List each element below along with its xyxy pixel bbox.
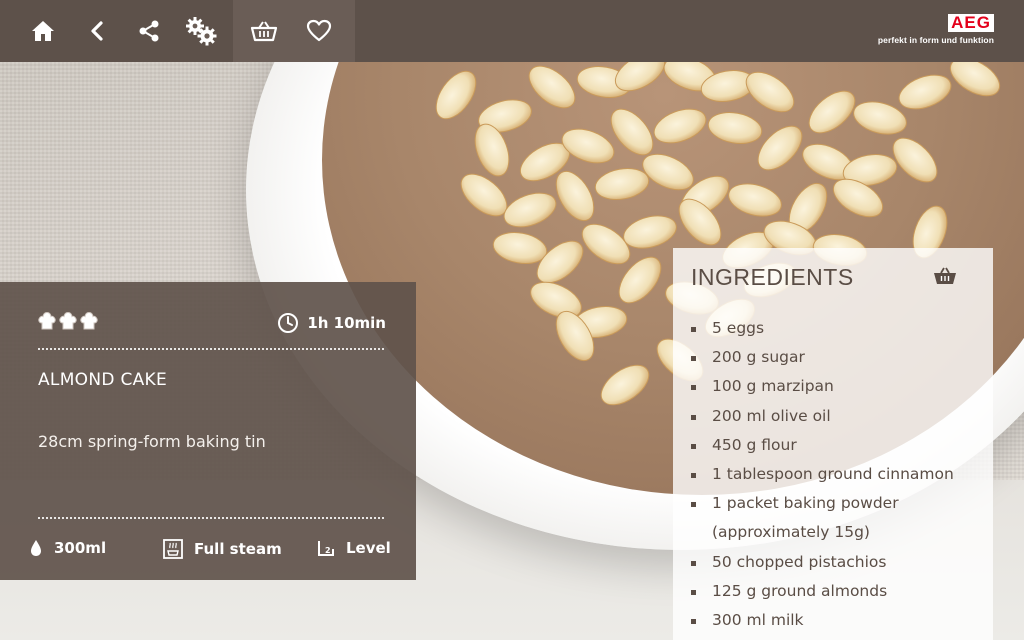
water-amount: 300ml [28,538,106,558]
almond-flake [898,74,952,110]
ingredients-list: 5 eggs 200 g sugar 100 g marzipan 200 ml… [691,314,981,635]
almond-flake [600,364,650,406]
divider-top [38,348,384,350]
recipe-meta-row: 1h 10min [38,310,386,336]
ingredients-title: INGREDIENTS [691,264,854,290]
almond-flake [653,108,707,144]
oven-level: 2 Level [316,538,391,558]
cooking-mode-value: Full steam [194,540,282,558]
gears-icon [186,17,217,46]
settings-button[interactable] [178,8,224,54]
basket-button[interactable] [241,8,287,54]
cooking-settings-row: 300ml Full steam 2 Level [28,538,391,562]
top-toolbar: AEG perfekt in form und funktion [0,0,1024,62]
home-button[interactable] [20,8,66,54]
home-icon [32,21,54,41]
brand-tagline: perfekt in form und funktion [877,35,994,45]
ingredient-item: 50 chopped pistachios [691,548,981,577]
steam-mode-icon [163,539,183,559]
almond-flake [435,70,477,120]
almond-flake [728,183,782,217]
ingredient-item: 1 tablespoon ground cinnamon [691,460,981,489]
chevron-left-icon [91,21,103,41]
heart-icon [306,19,332,42]
ingredient-item: 1 packet baking powder (approximately 15… [691,489,981,547]
oven-level-icon: 2 [318,541,334,556]
ingredient-item: 5 eggs [691,314,981,343]
divider-bottom [38,517,384,519]
chef-hat-icon [80,311,98,330]
back-button[interactable] [74,8,120,54]
basket-icon [250,21,278,42]
ingredient-item: 125 g ground almonds [691,577,981,606]
ingredient-item: 100 g marzipan [691,372,981,401]
recipe-title: ALMOND CAKE [38,370,168,390]
share-icon [139,20,159,42]
chef-hat-icon [38,311,56,330]
aeg-logo: AEG [948,14,994,32]
cooking-time-value: 1h 10min [307,314,386,332]
recipe-info-panel: 1h 10min ALMOND CAKE 28cm spring-form ba… [0,282,416,580]
favorite-button[interactable] [296,8,342,54]
water-drop-icon [31,540,41,556]
ingredients-panel: INGREDIENTS 5 eggs 200 g sugar 100 g mar… [673,248,993,640]
almond-flake [555,170,595,222]
ingredient-item: 300 ml milk [691,606,981,635]
difficulty-rating [38,310,98,332]
recipe-description: 28cm spring-form baking tin [38,432,266,451]
ingredient-item: 450 g flour [691,431,981,460]
share-button[interactable] [126,8,172,54]
almond-flake [503,192,557,228]
add-to-basket-icon[interactable] [933,266,957,286]
water-amount-value: 300ml [54,539,107,557]
ingredient-item: 200 g sugar [691,343,981,372]
clock-icon [278,313,299,333]
almond-flake [594,168,650,200]
ingredient-item: 200 ml olive oil [691,402,981,431]
oven-level-value: Level [346,539,391,557]
almond-flake [623,215,677,249]
almond-flake [707,112,763,144]
svg-text:2: 2 [325,546,331,555]
cooking-mode: Full steam [162,538,282,560]
brand-logo: AEG perfekt in form und funktion [878,13,994,45]
chef-hat-icon [59,311,77,330]
cooking-time: 1h 10min [277,312,386,334]
